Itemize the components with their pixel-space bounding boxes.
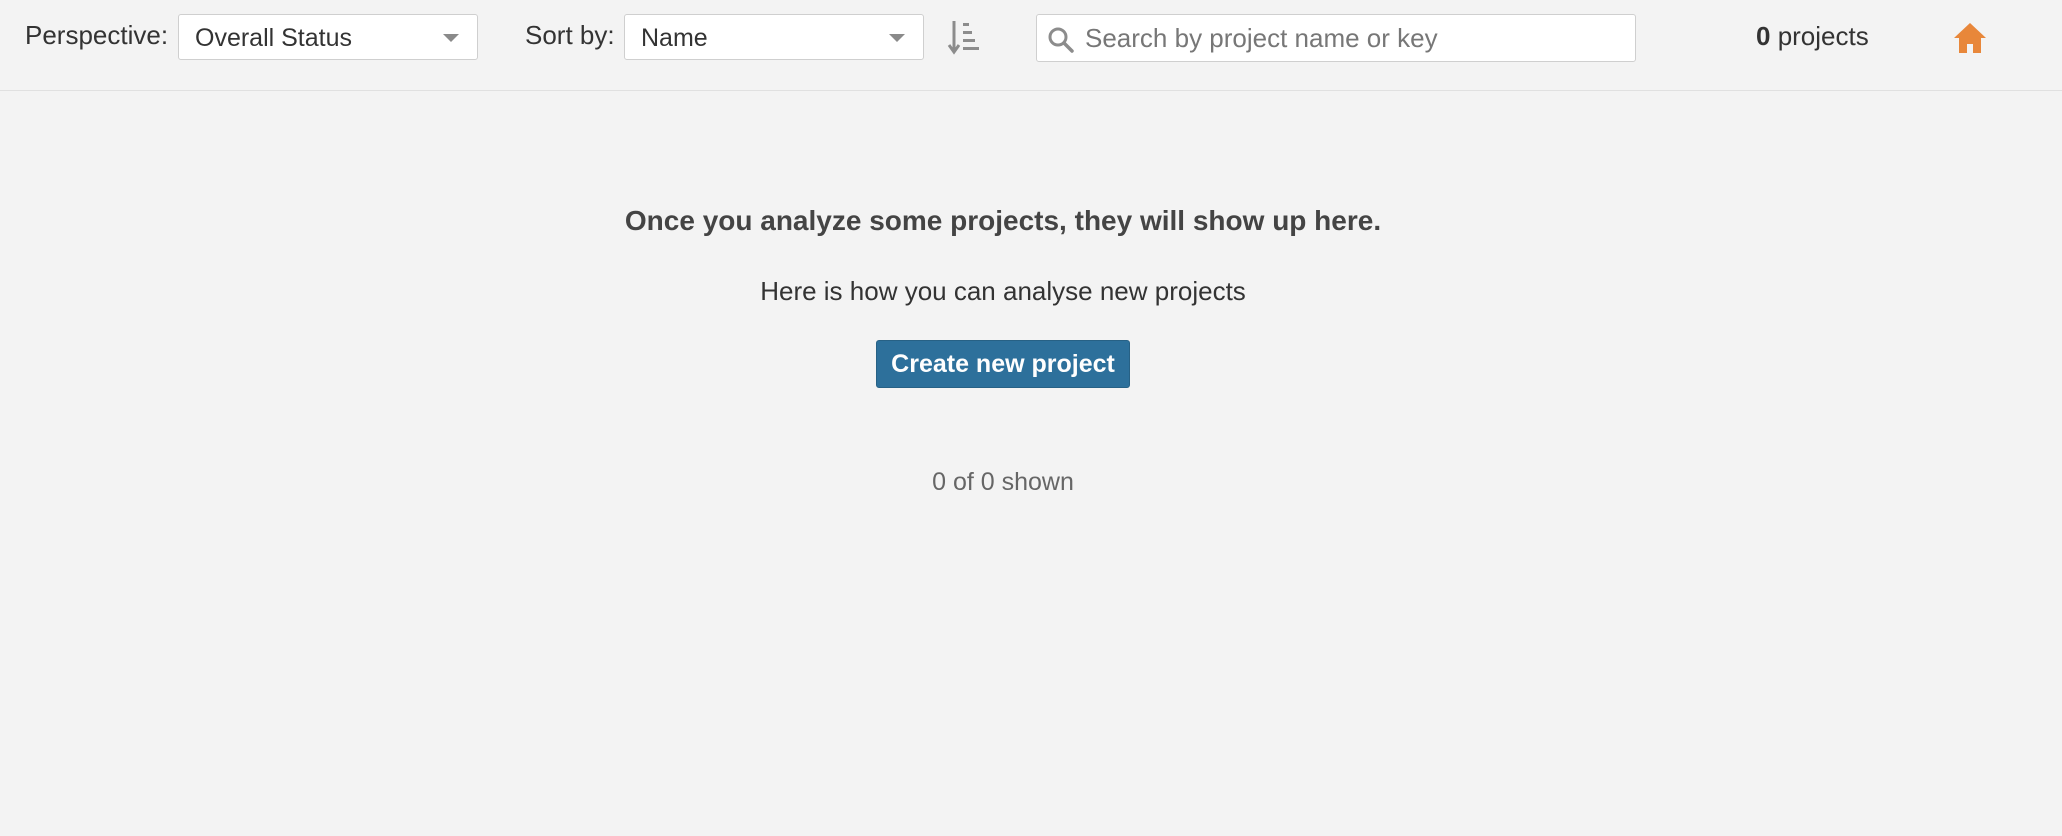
empty-state-subtitle: Here is how you can analyse new projects bbox=[760, 276, 1246, 306]
chevron-down-icon bbox=[443, 34, 459, 42]
empty-state-title: Once you analyze some projects, they wil… bbox=[624, 205, 1382, 236]
chevron-down-icon bbox=[889, 34, 905, 42]
perspective-select[interactable]: Overall Status bbox=[178, 14, 478, 60]
sort-by-select[interactable]: Name bbox=[624, 14, 924, 60]
perspective-label: Perspective: bbox=[25, 20, 169, 50]
top-toolbar: Perspective: Overall Status Sort by: Nam… bbox=[0, 0, 2062, 91]
home-icon[interactable] bbox=[1952, 20, 1988, 56]
sort-by-select-value: Name bbox=[641, 24, 708, 52]
create-new-project-button[interactable]: Create new project bbox=[876, 340, 1130, 388]
shown-count: 0 of 0 shown bbox=[932, 468, 1074, 496]
sort-ascending-icon[interactable] bbox=[946, 18, 986, 58]
project-count-suffix: projects bbox=[1770, 21, 1869, 51]
project-count: 0 projects bbox=[1756, 21, 1869, 51]
search-box bbox=[1036, 14, 1636, 62]
sort-by-label: Sort by: bbox=[525, 20, 615, 50]
perspective-select-value: Overall Status bbox=[195, 24, 353, 52]
project-count-number: 0 bbox=[1756, 21, 1771, 51]
search-input[interactable] bbox=[1085, 19, 1625, 57]
search-icon bbox=[1048, 27, 1074, 53]
